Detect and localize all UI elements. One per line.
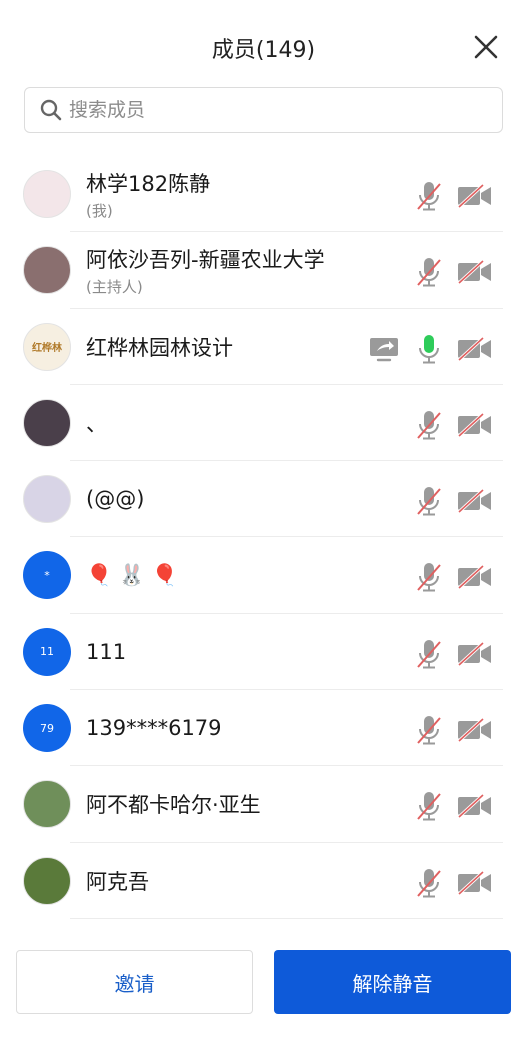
avatar	[23, 780, 71, 829]
unmute-button[interactable]: 解除静音	[274, 950, 511, 1014]
screen-share-icon	[369, 336, 401, 362]
member-info: 林学182陈静 (我)	[86, 156, 210, 232]
member-info: 139****6179	[86, 690, 222, 766]
member-info: 阿依沙吾列-新疆农业大学 (主持人)	[86, 232, 325, 308]
search-bar[interactable]	[24, 87, 503, 133]
mic-muted-icon[interactable]	[415, 256, 443, 288]
member-name: 阿克吾	[86, 869, 149, 894]
avatar: 79	[23, 704, 71, 753]
invite-button[interactable]: 邀请	[16, 950, 253, 1014]
footer-actions: 邀请 解除静音	[0, 948, 527, 1018]
mic-muted-icon[interactable]	[415, 409, 443, 441]
member-role: (主持人)	[86, 277, 143, 296]
camera-off-icon[interactable]	[457, 564, 493, 590]
member-info: 阿克吾	[86, 843, 149, 919]
member-row[interactable]: 阿不都卡哈尔·亚生	[0, 766, 527, 843]
member-name: 139****6179	[86, 716, 222, 741]
mic-muted-icon[interactable]	[415, 714, 443, 746]
avatar: 红桦林	[23, 322, 71, 371]
avatar	[23, 475, 71, 524]
member-name: 林学182陈静	[86, 171, 211, 196]
member-info: 🎈 🐰 🎈	[86, 537, 178, 613]
close-icon[interactable]	[473, 34, 499, 60]
member-controls	[415, 561, 493, 593]
header: 成员(149)	[0, 0, 527, 88]
member-name: 红桦林园林设计	[86, 335, 233, 360]
member-name: 阿不都卡哈尔·亚生	[86, 793, 261, 818]
camera-off-icon[interactable]	[457, 183, 493, 209]
page-title: 成员(149)	[211, 38, 316, 63]
member-row[interactable]: 林学182陈静 (我)	[0, 156, 527, 233]
member-name: 🎈 🐰 🎈	[86, 562, 178, 587]
member-role: (我)	[86, 201, 113, 220]
member-controls	[415, 485, 493, 517]
search-input[interactable]	[69, 99, 469, 121]
avatar	[23, 398, 71, 447]
member-row[interactable]: 11 111	[0, 614, 527, 691]
camera-off-icon[interactable]	[457, 259, 493, 285]
mic-muted-icon[interactable]	[415, 638, 443, 670]
camera-off-icon[interactable]	[457, 412, 493, 438]
mic-muted-icon[interactable]	[415, 485, 443, 517]
divider	[70, 917, 503, 919]
member-name: 111	[86, 639, 127, 664]
mic-muted-icon[interactable]	[415, 561, 443, 593]
member-controls	[415, 638, 493, 670]
camera-off-icon[interactable]	[457, 870, 493, 896]
member-row[interactable]: 79 139****6179	[0, 690, 527, 767]
member-controls	[415, 714, 493, 746]
member-row[interactable]: 红桦林 红桦林园林设计	[0, 309, 527, 385]
member-info: 阿不都卡哈尔·亚生	[86, 766, 261, 842]
camera-off-icon[interactable]	[457, 717, 493, 743]
avatar: *	[23, 551, 71, 600]
avatar	[23, 856, 71, 905]
member-row[interactable]: 阿依沙吾列-新疆农业大学 (主持人)	[0, 232, 527, 309]
avatar: 11	[23, 627, 71, 676]
mic-muted-icon[interactable]	[415, 180, 443, 212]
member-row[interactable]: (@@)	[0, 461, 527, 538]
mic-muted-icon[interactable]	[415, 790, 443, 822]
camera-off-icon[interactable]	[457, 336, 493, 362]
member-controls	[415, 790, 493, 822]
member-row[interactable]: 阿克吾	[0, 843, 527, 919]
member-controls	[415, 867, 493, 899]
mic-muted-icon[interactable]	[415, 867, 443, 899]
member-info: 红桦林园林设计	[86, 309, 233, 385]
member-controls	[415, 256, 493, 288]
member-row[interactable]: * 🎈 🐰 🎈	[0, 537, 527, 614]
member-name: 阿依沙吾列-新疆农业大学	[86, 247, 325, 272]
camera-off-icon[interactable]	[457, 641, 493, 667]
member-row[interactable]: 、	[0, 385, 527, 462]
member-controls	[415, 180, 493, 212]
avatar	[23, 170, 71, 218]
member-info: 、	[86, 385, 107, 461]
camera-off-icon[interactable]	[457, 488, 493, 514]
avatar	[23, 246, 71, 295]
member-list: 林学182陈静 (我) 阿依沙吾列-新疆农业大学 (主持人) 红桦林 红桦林园林设计、 (@…	[0, 156, 527, 919]
member-name: (@@)	[86, 487, 145, 512]
camera-off-icon[interactable]	[457, 793, 493, 819]
search-icon	[40, 99, 62, 121]
member-name: 、	[86, 411, 107, 436]
member-info: 111	[86, 614, 126, 690]
mic-on-icon[interactable]	[415, 333, 443, 365]
member-controls	[415, 409, 493, 441]
member-info: (@@)	[86, 461, 144, 537]
member-controls	[369, 333, 493, 365]
avatar-logo-text: 红桦林	[32, 343, 62, 355]
